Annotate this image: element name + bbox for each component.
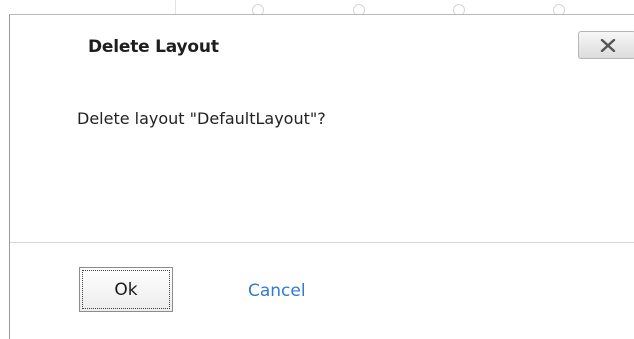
dialog-title: Delete Layout [88, 37, 219, 57]
dialog-titlebar: Delete Layout [10, 15, 634, 79]
delete-layout-dialog: Delete Layout Delete layout "DefaultLayo… [9, 14, 634, 339]
ok-button-label: Ok [82, 270, 170, 309]
close-button[interactable] [578, 31, 634, 59]
ok-button[interactable]: Ok [79, 267, 173, 312]
background-grid-line [175, 0, 176, 14]
screen: Delete Layout Delete layout "DefaultLayo… [0, 0, 634, 339]
dialog-message: Delete layout "DefaultLayout"? [77, 109, 326, 128]
cancel-link[interactable]: Cancel [248, 281, 306, 301]
dialog-footer: Ok Cancel [10, 243, 634, 339]
close-x-icon [600, 39, 616, 52]
background-page [0, 0, 634, 16]
